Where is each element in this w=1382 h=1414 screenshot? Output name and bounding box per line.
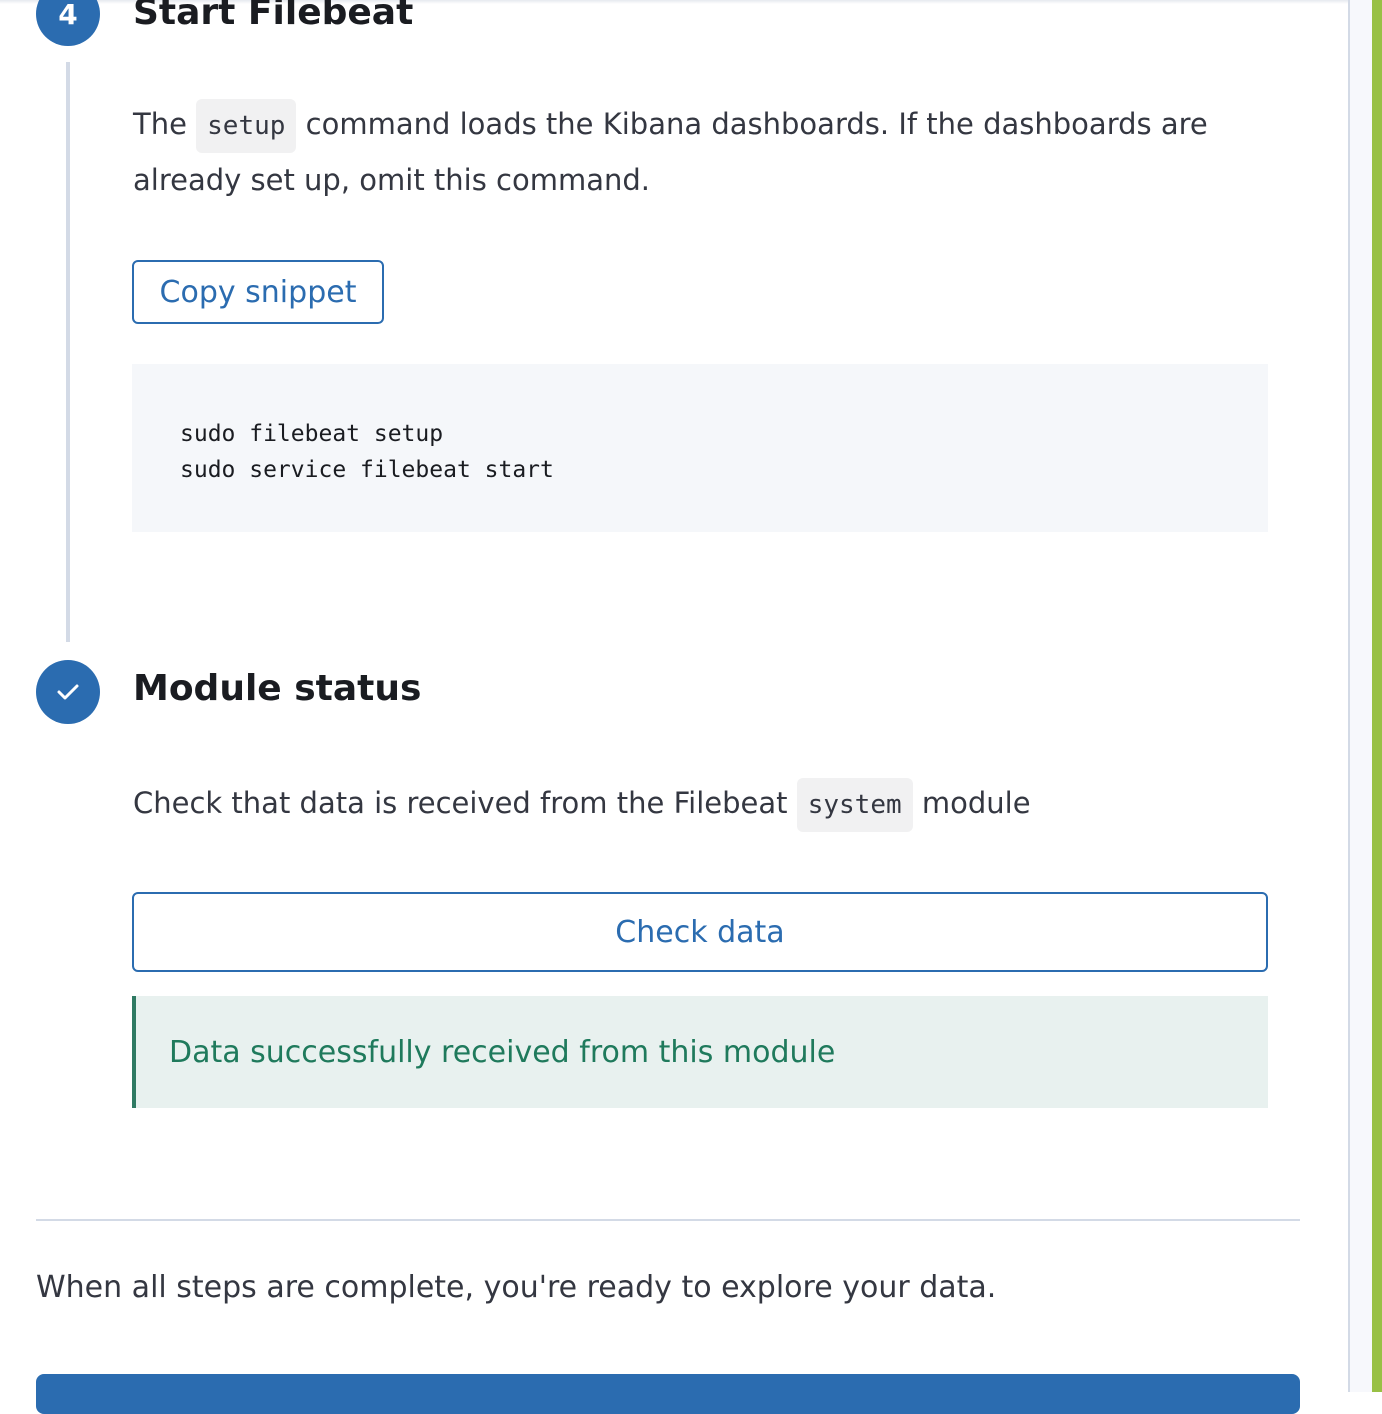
check-icon — [57, 684, 79, 700]
accent-strip — [1372, 0, 1382, 1392]
side-strip — [1350, 0, 1372, 1392]
check-data-button[interactable]: Check data — [132, 892, 1268, 972]
step-connector — [66, 62, 70, 642]
copy-snippet-button[interactable]: Copy snippet — [132, 260, 384, 324]
step-number-badge: 4 — [36, 0, 100, 46]
footer-text: When all steps are complete, you're read… — [36, 1270, 997, 1305]
inline-code: system — [796, 778, 913, 832]
step-title: Module status — [133, 668, 422, 709]
success-callout: Data successfully received from this mod… — [132, 996, 1268, 1108]
step-title: Start Filebeat — [133, 0, 414, 33]
step-description: Check that data is received from the Fil… — [133, 776, 1273, 832]
tutorial-panel: 4 Start Filebeat The setup command loads… — [0, 0, 1350, 1414]
primary-action-button[interactable] — [36, 1374, 1300, 1414]
step-complete-badge — [36, 660, 100, 724]
code-block: sudo filebeat setup sudo service filebea… — [132, 364, 1268, 532]
step-description: The setup command loads the Kibana dashb… — [133, 97, 1273, 207]
inline-code: setup — [196, 99, 297, 153]
divider — [36, 1219, 1300, 1221]
